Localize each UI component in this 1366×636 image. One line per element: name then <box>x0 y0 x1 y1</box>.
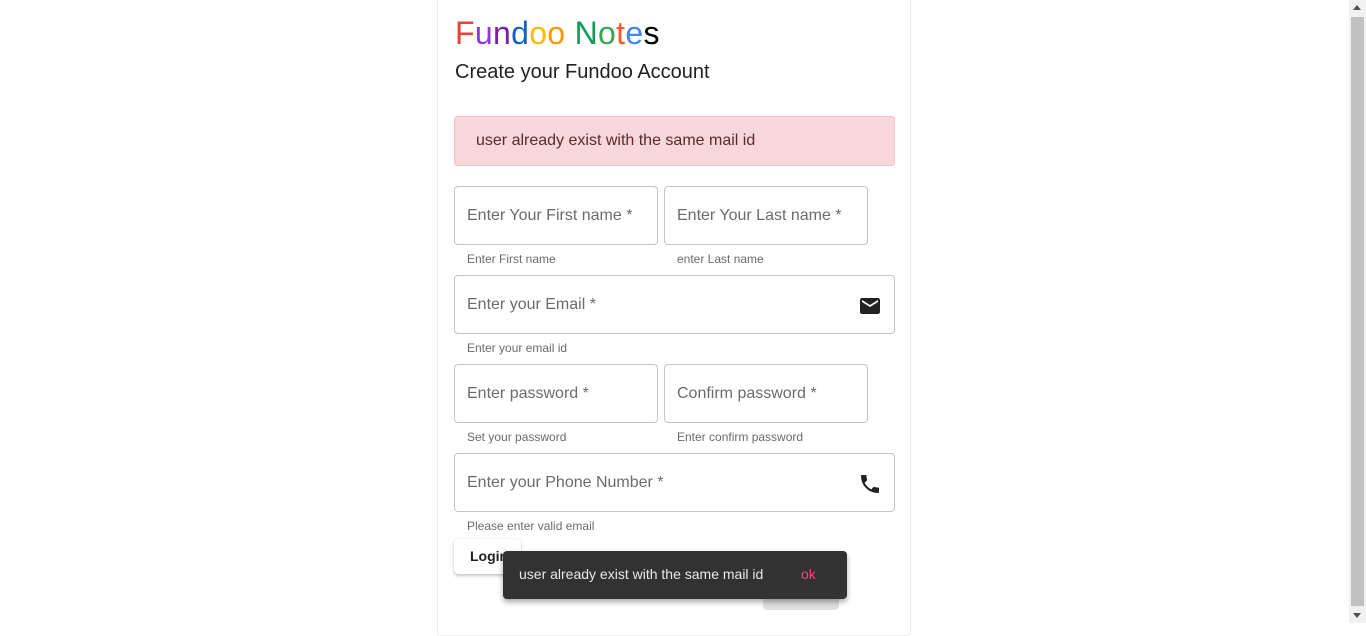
logo-letter: d <box>511 15 530 51</box>
confirm-password-placeholder: Confirm password * <box>677 385 817 402</box>
password-placeholder: Enter password * <box>467 385 589 402</box>
snackbar: user already exist with the same mail id… <box>503 551 847 599</box>
phone-helper: Please enter valid email <box>467 519 595 533</box>
page-title: Create your Fundoo Account <box>455 61 710 83</box>
mail-icon <box>858 294 882 318</box>
phone-field[interactable]: Enter your Phone Number * <box>454 453 895 512</box>
scroll-up-icon[interactable] <box>1353 5 1361 10</box>
logo-letter: t <box>616 15 626 51</box>
page-scrollbar[interactable] <box>1349 0 1366 623</box>
scroll-down-icon[interactable] <box>1353 613 1361 618</box>
password-field[interactable]: Enter password * <box>454 364 658 423</box>
logo-letter: s <box>643 15 660 51</box>
phone-icon <box>858 472 882 496</box>
email-field[interactable]: Enter your Email * <box>454 275 895 334</box>
logo-letter: u <box>474 15 493 51</box>
last-name-helper: enter Last name <box>677 252 764 266</box>
logo-letter: o <box>529 15 548 51</box>
logo-letter: F <box>455 15 475 51</box>
first-name-placeholder: Enter Your First name * <box>467 207 633 224</box>
snackbar-ok-button[interactable]: ok <box>801 566 816 583</box>
snackbar-message: user already exist with the same mail id <box>519 566 764 582</box>
scrollbar-thumb[interactable] <box>1351 17 1364 606</box>
app-logo: Fundoo Notes <box>455 14 660 52</box>
password-helper: Set your password <box>467 430 567 444</box>
logo-letter: n <box>492 15 512 51</box>
email-placeholder: Enter your Email * <box>467 296 596 313</box>
last-name-placeholder: Enter Your Last name * <box>677 207 842 224</box>
email-helper: Enter your email id <box>467 341 568 355</box>
confirm-password-field[interactable]: Confirm password * <box>664 364 868 423</box>
first-name-helper: Enter First name <box>467 252 556 266</box>
last-name-field[interactable]: Enter Your Last name * <box>664 186 868 245</box>
logo-letter: e <box>625 15 644 51</box>
error-alert: user already exist with the same mail id <box>454 116 895 166</box>
logo-letter: o <box>598 15 617 51</box>
logo-letter <box>565 14 574 52</box>
confirm-password-helper: Enter confirm password <box>677 430 804 444</box>
first-name-field[interactable]: Enter Your First name * <box>454 186 658 245</box>
logo-letter: o <box>547 15 566 51</box>
phone-placeholder: Enter your Phone Number * <box>467 474 664 491</box>
logo-letter: N <box>574 15 599 51</box>
